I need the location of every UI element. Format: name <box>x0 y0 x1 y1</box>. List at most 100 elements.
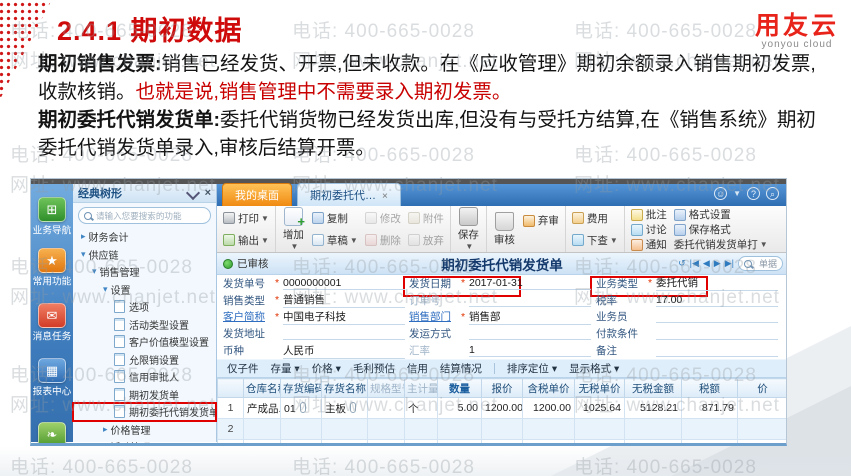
tree-search-placeholder: 请输入您要搜索的功能 <box>96 211 182 221</box>
table-row[interactable]: 2 <box>217 418 786 440</box>
add-button[interactable]: 增加▼ <box>280 207 307 251</box>
field-label: 发货地址 <box>223 328 265 341</box>
add-document-icon <box>283 207 305 229</box>
tree-item-期初发货单[interactable]: 期初发货单 <box>73 386 216 404</box>
field-value[interactable]: 0000000001 <box>283 277 405 290</box>
field-税率: 税率 17.00 <box>596 292 778 309</box>
format-settings-button[interactable]: 格式设置 <box>672 207 770 222</box>
next-record-icon[interactable]: ▶ <box>714 258 721 269</box>
print-button[interactable]: 打印 ▼ <box>221 211 271 226</box>
field-value[interactable]: 人民币 <box>283 343 405 359</box>
sidebar-item-报表中心[interactable]: ▦ 报表中心 <box>31 358 73 399</box>
sidebar-item-extra[interactable]: ❧ <box>31 422 73 443</box>
sidebar-item-业务导航[interactable]: ⊞ 业务导航 <box>31 197 73 238</box>
tree-item-供应链[interactable]: ▾ 供应链 <box>73 246 216 264</box>
tab-close-icon[interactable]: × <box>382 191 388 202</box>
unaudit-button[interactable]: 弃审 <box>521 213 561 228</box>
field-value[interactable]: 中国电子科技 <box>283 309 405 325</box>
document-search-input[interactable]: 单据 <box>737 256 783 271</box>
grid-tab-存量[interactable]: 存量 ▾ <box>271 361 300 376</box>
field-value[interactable]: 17.00 <box>656 294 778 307</box>
modify-button[interactable]: 修改 <box>363 211 403 226</box>
chevron-down-icon: ▾ <box>103 283 108 294</box>
print-template-button[interactable]: 委托代销发货单打 ▼ <box>672 237 770 252</box>
column-header-价: 价 <box>737 378 786 398</box>
tree-search-input[interactable]: 请输入您要搜索的功能 <box>78 207 211 224</box>
discuss-button[interactable]: 讨论 <box>629 222 669 237</box>
tree-item-客户价值模型设置[interactable]: 客户价值模型设置 <box>73 333 216 351</box>
paragraph-initial-invoice: 期初销售发票:销售已经发货、开票,但未收款。在《应收管理》期初余额录入销售期初发… <box>38 50 824 106</box>
attachment-button[interactable]: 附件 <box>406 211 446 226</box>
field-value[interactable] <box>656 344 778 358</box>
grid-tab-价格[interactable]: 价格 ▾ <box>312 361 341 376</box>
field-value[interactable]: 委托代销 <box>656 275 778 292</box>
tree-item-活动管理[interactable]: ▸活动管理 <box>73 438 216 443</box>
chevron-down-icon[interactable]: ▼ <box>733 189 741 198</box>
field-value[interactable] <box>469 327 591 341</box>
field-label[interactable]: 销售部门 <box>409 309 461 324</box>
drilldown-button[interactable]: 下查 ▼ <box>570 233 620 248</box>
required-star: * <box>275 277 280 290</box>
field-label[interactable]: 客户简称 <box>223 309 275 324</box>
tree-item-选项[interactable]: 选项 <box>73 298 216 316</box>
cell: 1200.00 <box>481 397 523 419</box>
tree-item-销售管理[interactable]: ▾ 销售管理 <box>73 263 216 281</box>
delete-button[interactable]: 删除 <box>363 233 403 248</box>
notify-button[interactable]: 通知 <box>629 237 669 252</box>
paperclip-icon[interactable] <box>350 401 356 413</box>
refresh-icon[interactable]: ↺ <box>678 258 686 269</box>
cell: 5.00 <box>437 397 482 419</box>
field-value[interactable]: 2017-01-31 <box>469 277 591 290</box>
tab-my-desktop[interactable]: 我的桌面 <box>222 183 292 206</box>
field-value[interactable]: 1 <box>469 344 591 358</box>
sidebar-item-消息任务[interactable]: ✉ 消息任务 <box>31 303 73 344</box>
tree-item-期初委托代销发货单[interactable]: 期初委托代销发货单 <box>72 402 219 422</box>
close-icon[interactable]: × <box>205 188 211 199</box>
tree-item-价格管理[interactable]: ▸ 价格管理 <box>73 421 216 439</box>
table-row[interactable]: 1产成品...01主板个5.001200.001200.001025.64512… <box>217 397 786 419</box>
tree-item-信用审批人[interactable]: 信用审批人 <box>73 368 216 386</box>
export-button[interactable]: 输出 ▼ <box>221 233 271 248</box>
tree-item-设置[interactable]: ▾ 设置 <box>73 281 216 299</box>
grid-tool-排序定位[interactable]: 排序定位 ▾ <box>507 361 557 376</box>
audit-button[interactable]: 审核 <box>491 211 518 247</box>
field-label: 发货日期 <box>409 277 451 290</box>
field-value[interactable] <box>656 310 778 324</box>
last-record-icon[interactable]: ▶| <box>725 258 734 269</box>
table-row[interactable] <box>217 439 786 443</box>
field-value[interactable] <box>656 327 778 341</box>
tree-item-允限销设置[interactable]: 允限销设置 <box>73 351 216 369</box>
unaudit-icon <box>522 214 535 227</box>
pin-icon[interactable] <box>185 185 200 201</box>
document-icon <box>114 317 125 331</box>
draft-button[interactable]: 草稿 ▼ <box>310 233 360 248</box>
grid-tab-仅子件[interactable]: 仅子件 <box>227 361 259 376</box>
prev-record-icon[interactable]: ◀ <box>703 258 710 269</box>
search-circle-icon[interactable]: ⌕ <box>766 187 779 200</box>
field-value[interactable]: 销售部 <box>469 309 591 325</box>
save-format-button[interactable]: 保存格式 <box>672 222 770 237</box>
tab-initial-consignment[interactable]: 期初委托代… × <box>297 183 401 206</box>
org-chart-icon: ⊞ <box>38 197 66 222</box>
copy-button[interactable]: 复制 <box>310 211 360 226</box>
save-button[interactable]: 保存 ▼ <box>455 207 482 251</box>
user-smiley-icon[interactable]: ☺ <box>714 187 728 200</box>
grid-tab-结算情况[interactable]: 结算情况 <box>440 361 482 376</box>
grid-tab-信用[interactable]: 信用 <box>407 361 428 376</box>
discard-button[interactable]: 放弃 <box>406 233 446 248</box>
tree-item-财务会计[interactable]: ▸ 财务会计 <box>73 228 216 246</box>
paperclip-icon[interactable] <box>299 401 306 413</box>
sidebar-item-常用功能[interactable]: ★ 常用功能 <box>31 248 73 289</box>
field-value[interactable]: 普通销售 <box>283 292 405 309</box>
star-icon: ★ <box>38 248 66 273</box>
grid-tab-毛利预估[interactable]: 毛利预估 <box>353 361 395 376</box>
tree-item-活动类型设置[interactable]: 活动类型设置 <box>73 316 216 334</box>
help-icon[interactable]: ? <box>747 187 760 200</box>
first-record-icon[interactable]: |◀ <box>690 258 699 269</box>
field-value[interactable] <box>469 294 591 307</box>
expense-button[interactable]: 费用 <box>570 211 620 226</box>
field-备注: 备注 <box>596 342 778 359</box>
grid-tool-显示格式[interactable]: 显示格式 ▾ <box>569 361 619 376</box>
field-value[interactable] <box>283 327 405 341</box>
annotate-button[interactable]: 批注 <box>629 207 669 222</box>
